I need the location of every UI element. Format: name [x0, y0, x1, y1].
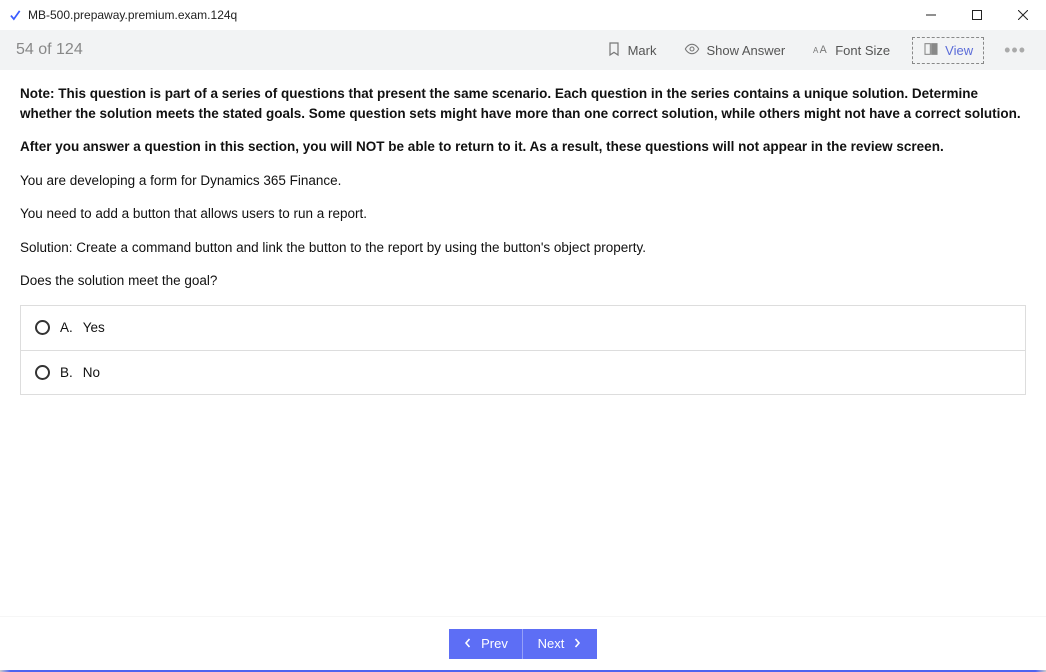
window-title: MB-500.prepaway.premium.exam.124q [28, 8, 908, 22]
question-line-3: Solution: Create a command button and li… [20, 238, 1026, 258]
app-icon [8, 8, 22, 22]
toolbar: 54 of 124 Mark Show Answer AA Font Size … [0, 30, 1046, 70]
option-letter: B. [60, 363, 73, 383]
option-letter: A. [60, 318, 73, 338]
next-label: Next [538, 636, 565, 651]
question-line-1: You are developing a form for Dynamics 3… [20, 171, 1026, 191]
question-content: Note: This question is part of a series … [0, 70, 1046, 616]
more-button[interactable]: ••• [1000, 40, 1030, 61]
close-button[interactable] [1000, 0, 1046, 30]
svg-text:A: A [813, 46, 819, 55]
chevron-left-icon [463, 636, 473, 651]
bookmark-icon [606, 41, 622, 60]
footer: Prev Next [0, 616, 1046, 670]
mark-button[interactable]: Mark [600, 37, 663, 64]
svg-text:A: A [820, 44, 828, 56]
next-button[interactable]: Next [523, 629, 597, 659]
font-size-label: Font Size [835, 43, 890, 58]
radio-icon [35, 320, 50, 335]
option-b[interactable]: B. No [21, 350, 1025, 395]
question-prompt: Does the solution meet the goal? [20, 271, 1026, 291]
view-icon [923, 41, 939, 60]
view-button[interactable]: View [912, 37, 984, 64]
options-list: A. Yes B. No [20, 305, 1026, 395]
show-answer-button[interactable]: Show Answer [678, 37, 791, 64]
maximize-button[interactable] [954, 0, 1000, 30]
question-note: Note: This question is part of a series … [20, 84, 1026, 123]
show-answer-label: Show Answer [706, 43, 785, 58]
eye-icon [684, 41, 700, 60]
chevron-right-icon [572, 636, 582, 651]
question-line-2: You need to add a button that allows use… [20, 204, 1026, 224]
prev-label: Prev [481, 636, 508, 651]
font-size-button[interactable]: AA Font Size [807, 37, 896, 64]
view-label: View [945, 43, 973, 58]
progress-indicator: 54 of 124 [16, 41, 584, 59]
radio-icon [35, 365, 50, 380]
prev-button[interactable]: Prev [449, 629, 523, 659]
option-text: Yes [83, 318, 105, 338]
mark-label: Mark [628, 43, 657, 58]
option-text: No [83, 363, 100, 383]
font-size-icon: AA [813, 41, 829, 60]
window-controls [908, 0, 1046, 30]
question-warning: After you answer a question in this sect… [20, 137, 1026, 157]
minimize-button[interactable] [908, 0, 954, 30]
option-a[interactable]: A. Yes [21, 306, 1025, 350]
titlebar: MB-500.prepaway.premium.exam.124q [0, 0, 1046, 30]
